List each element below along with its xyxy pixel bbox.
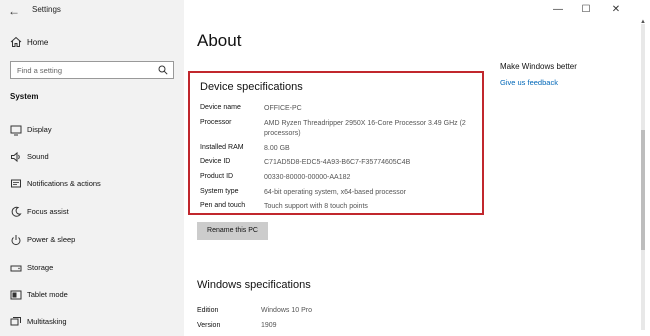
sidebar-item-power-sleep[interactable]: Power & sleep [0,231,184,249]
spec-value: 64-bit operating system, x64-based proce… [264,189,407,196]
spec-value: C71AD5D8-EDC5-4A93-B6C7-F35774605C4B [264,159,411,166]
sidebar-item-multitasking[interactable]: Multitasking [0,313,184,331]
page-title: About [197,31,242,50]
spec-key: Device name [200,104,241,111]
display-icon [10,124,22,136]
nav-home-label: Home [27,38,49,47]
sidebar-item-display[interactable]: Display [0,121,184,139]
spec-key: Edition [197,307,219,314]
notifications-icon [10,178,22,190]
spec-value: AMD Ryzen Threadripper 2950X 16-Core Pro… [264,120,466,137]
device-specifications-panel: Device specifications Device name OFFICE… [188,71,484,215]
feedback-link[interactable]: Give us feedback [500,78,558,87]
sidebar-item-sound[interactable]: Sound [0,148,184,166]
sidebar-item-focus-assist[interactable]: Focus assist [0,203,184,221]
search-input[interactable]: Find a setting [10,61,174,79]
rename-pc-button[interactable]: Rename this PC [197,222,268,240]
spec-key: Version [197,322,221,329]
multitasking-icon [10,316,22,328]
sidebar-item-label: Sound [27,152,49,161]
spec-key: Installed RAM [200,144,244,151]
spec-key: Pen and touch [200,202,246,209]
spec-key: Device ID [200,158,231,165]
app-title: Settings [32,5,61,14]
windows-specifications-heading: Windows specifications [197,279,311,291]
sidebar-item-notifications[interactable]: Notifications & actions [0,175,184,193]
section-header: System [10,92,39,101]
sidebar-item-label: Power & sleep [27,235,76,244]
spec-value: Touch support with 8 touch points [264,203,368,210]
spec-value: OFFICE-PC [264,105,302,112]
sidebar-item-tablet-mode[interactable]: Tablet mode [0,286,184,304]
home-icon [10,36,22,48]
spec-value: 00330-80000-00000-AA182 [264,174,351,181]
spec-key: System type [200,188,239,195]
scroll-up-arrow-icon[interactable]: ▲ [638,18,648,26]
search-icon[interactable] [158,65,168,75]
focus-assist-icon [10,206,22,218]
sidebar-item-label: Tablet mode [27,290,68,299]
sidebar-item-storage[interactable]: Storage [0,259,184,277]
scrollbar-thumb[interactable] [641,130,645,250]
main-content: About Device specifications Device name … [184,0,650,336]
nav-home[interactable]: Home [0,34,184,52]
spec-value: Windows 10 Pro [261,307,312,314]
storage-icon [10,262,22,274]
sidebar-item-label: Multitasking [27,317,67,326]
settings-window: ← Settings — ☐ ✕ Home Find a setting Sys… [0,0,650,336]
spec-key: Processor [200,119,232,126]
spec-value: 8.00 GB [264,145,290,152]
side-panel-title: Make Windows better [500,62,577,71]
spec-key: Product ID [200,173,234,180]
sidebar-item-label: Display [27,125,52,134]
search-placeholder: Find a setting [17,66,63,75]
tablet-mode-icon [10,289,22,301]
back-button[interactable]: ← [6,4,22,18]
power-icon [10,234,22,246]
sound-icon [10,151,22,163]
spec-value: 1909 [261,322,277,329]
sidebar-item-label: Focus assist [27,207,69,216]
sidebar-item-label: Notifications & actions [27,179,101,188]
sidebar-item-label: Storage [27,263,54,272]
device-specifications-heading: Device specifications [200,81,303,93]
